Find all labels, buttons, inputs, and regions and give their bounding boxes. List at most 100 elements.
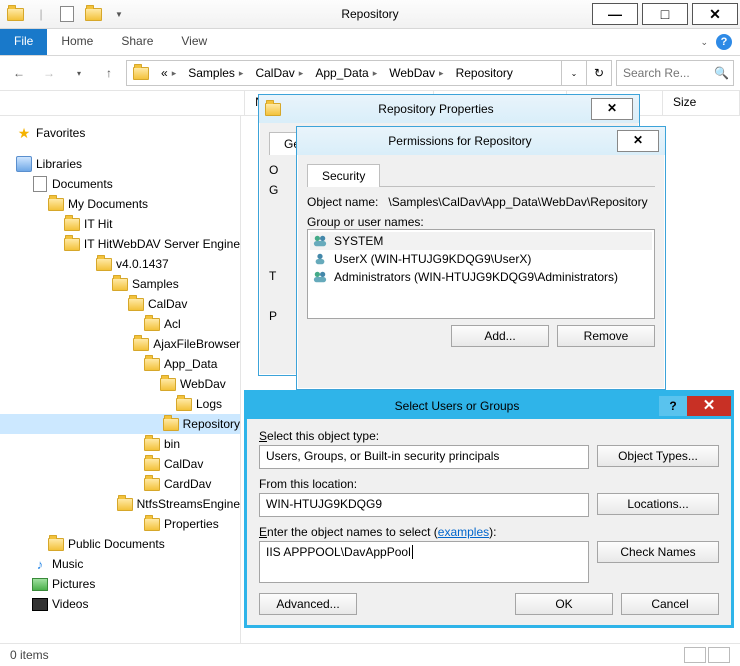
- tab-file[interactable]: File: [0, 29, 47, 55]
- list-item: SYSTEM: [310, 232, 652, 250]
- tree-videos[interactable]: Videos: [0, 594, 240, 614]
- col-size[interactable]: Size: [663, 91, 740, 115]
- tree-music[interactable]: ♪Music: [0, 554, 240, 574]
- properties-t-label: T: [269, 269, 276, 283]
- tree-bin[interactable]: bin: [0, 434, 240, 454]
- folder-icon: [133, 65, 149, 81]
- folder-icon: [144, 456, 160, 472]
- recent-dropdown-icon[interactable]: ▾: [66, 60, 92, 86]
- back-button[interactable]: ←: [6, 60, 32, 86]
- crumb-appdata[interactable]: App_Data: [315, 66, 368, 80]
- tree-ntfs[interactable]: NtfsStreamsEngine: [0, 494, 240, 514]
- forward-button[interactable]: →: [36, 60, 62, 86]
- tree-favorites[interactable]: ★Favorites: [0, 122, 240, 144]
- crumb-caldav[interactable]: CalDav: [255, 66, 294, 80]
- object-names-label: Enter the object names to select (exampl…: [259, 525, 719, 539]
- close-button[interactable]: ✕: [692, 3, 738, 25]
- ribbon-collapse-icon[interactable]: ⌄: [700, 37, 708, 48]
- tab-home[interactable]: Home: [47, 29, 107, 55]
- libraries-icon: [16, 156, 32, 172]
- properties-p-label: P: [269, 309, 277, 323]
- tree-pubdocs[interactable]: Public Documents: [0, 534, 240, 554]
- tree-properties[interactable]: Properties: [0, 514, 240, 534]
- tree-libraries[interactable]: Libraries: [0, 154, 240, 174]
- tree-repository[interactable]: Repository: [0, 414, 240, 434]
- new-folder-icon[interactable]: [82, 3, 104, 25]
- search-input[interactable]: [621, 65, 714, 81]
- ribbon: File Home Share View ⌄ ?: [0, 29, 740, 56]
- crumb-overflow[interactable]: «: [161, 66, 168, 80]
- tree-version[interactable]: v4.0.1437: [0, 254, 240, 274]
- folder-icon: [112, 276, 128, 292]
- qat-dropdown-icon[interactable]: ▼: [108, 3, 130, 25]
- cancel-button[interactable]: Cancel: [621, 593, 719, 615]
- address-dropdown-icon[interactable]: ⌄: [561, 61, 586, 85]
- folder-icon: [176, 396, 192, 412]
- properties-dialog-titlebar[interactable]: Repository Properties ✕: [259, 95, 639, 123]
- tree-caldav[interactable]: CalDav: [0, 294, 240, 314]
- folder-icon: [48, 536, 64, 552]
- advanced-button[interactable]: Advanced...: [259, 593, 357, 615]
- folder-icon: [144, 356, 160, 372]
- tree-ajax[interactable]: AjaxFileBrowser: [0, 334, 240, 354]
- folder-icon: [64, 216, 80, 232]
- select-users-close-button[interactable]: ✕: [687, 396, 731, 416]
- crumb-samples[interactable]: Samples: [188, 66, 235, 80]
- tree-webdav[interactable]: WebDav: [0, 374, 240, 394]
- folder-icon: [117, 496, 133, 512]
- select-users-dialog: Select Users or Groups ? ✕ SSelect this …: [244, 390, 734, 628]
- tree-itserver[interactable]: IT HitWebDAV Server Engine: [0, 234, 240, 254]
- tab-share[interactable]: Share: [107, 29, 167, 55]
- tree-mydocuments[interactable]: My Documents: [0, 194, 240, 214]
- object-name-value: \Samples\CalDav\App_Data\WebDav\Reposito…: [388, 195, 647, 209]
- tree-acl[interactable]: Acl: [0, 314, 240, 334]
- properties-icon[interactable]: [56, 3, 78, 25]
- tab-view[interactable]: View: [167, 29, 221, 55]
- crumb-webdav[interactable]: WebDav: [389, 66, 435, 80]
- object-types-button[interactable]: Object Types...: [597, 445, 719, 467]
- permissions-close-button[interactable]: ✕: [617, 130, 659, 152]
- permissions-dialog: Permissions for Repository ✕ Security Ob…: [296, 126, 666, 390]
- app-icon[interactable]: [4, 3, 26, 25]
- tree-appdata[interactable]: App_Data: [0, 354, 240, 374]
- folder-icon: [96, 256, 112, 272]
- tree-documents[interactable]: Documents: [0, 174, 240, 194]
- folder-icon: [163, 416, 179, 432]
- crumb-repository[interactable]: Repository: [456, 66, 513, 80]
- folder-icon: [133, 336, 149, 352]
- security-tab[interactable]: Security: [307, 164, 380, 187]
- users-icon: [312, 270, 328, 284]
- remove-button[interactable]: Remove: [557, 325, 655, 347]
- add-button[interactable]: Add...: [451, 325, 549, 347]
- check-names-button[interactable]: Check Names: [597, 541, 719, 563]
- tree-carddav[interactable]: CardDav: [0, 474, 240, 494]
- tree-pictures[interactable]: Pictures: [0, 574, 240, 594]
- tree-ithit[interactable]: IT Hit: [0, 214, 240, 234]
- permissions-dialog-titlebar[interactable]: Permissions for Repository ✕: [297, 127, 665, 155]
- select-users-help-button[interactable]: ?: [659, 396, 687, 416]
- address-bar[interactable]: «▸ Samples▸ CalDav▸ App_Data▸ WebDav▸ Re…: [126, 60, 612, 86]
- object-names-input[interactable]: IIS APPPOOL\DavAppPool: [259, 541, 589, 583]
- pictures-icon: [32, 576, 48, 592]
- locations-button[interactable]: Locations...: [597, 493, 719, 515]
- select-users-titlebar[interactable]: Select Users or Groups ? ✕: [247, 393, 731, 419]
- ok-button[interactable]: OK: [515, 593, 613, 615]
- tree-logs[interactable]: Logs: [0, 394, 240, 414]
- folder-icon: [144, 516, 160, 532]
- tree-caldav2[interactable]: CalDav: [0, 454, 240, 474]
- properties-close-button[interactable]: ✕: [591, 98, 633, 120]
- search-box[interactable]: 🔍: [616, 60, 734, 86]
- help-icon[interactable]: ?: [716, 34, 732, 50]
- star-icon: ★: [16, 125, 32, 141]
- refresh-icon[interactable]: ↻: [586, 61, 611, 85]
- examples-link[interactable]: examples: [438, 525, 489, 539]
- maximize-button[interactable]: □: [642, 3, 688, 25]
- folder-icon: [64, 236, 80, 252]
- window-titlebar: | ▼ Repository — □ ✕: [0, 0, 740, 29]
- minimize-button[interactable]: —: [592, 3, 638, 25]
- location-label: From this location:: [259, 477, 719, 491]
- tree-samples[interactable]: Samples: [0, 274, 240, 294]
- group-names-list[interactable]: SYSTEM UserX (WIN-HTUJG9KDQG9\UserX) Adm…: [307, 229, 655, 319]
- search-icon: 🔍: [714, 66, 729, 80]
- up-button[interactable]: ↑: [96, 60, 122, 86]
